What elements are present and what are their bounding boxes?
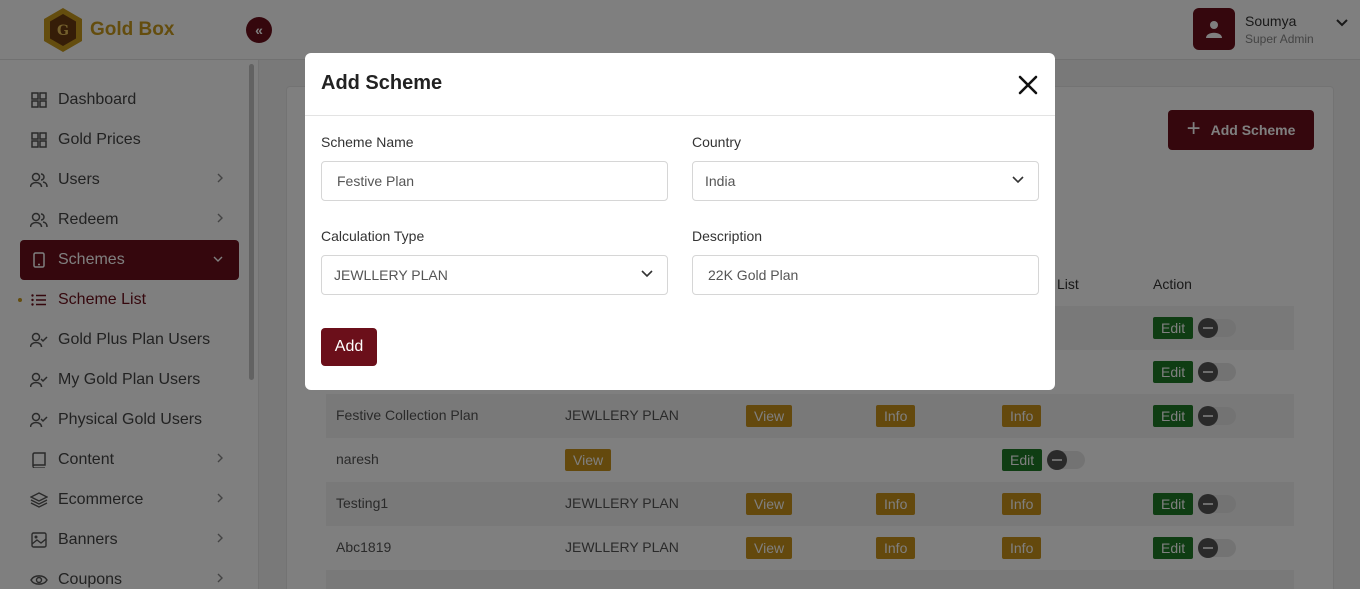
chevron-down-icon (1012, 176, 1024, 184)
country-select[interactable]: India (692, 161, 1039, 201)
calculation-type-label: Calculation Type (321, 228, 425, 244)
calculation-type-value: JEWLLERY PLAN (334, 267, 448, 283)
modal-header: Add Scheme (305, 53, 1055, 116)
description-label: Description (692, 228, 763, 244)
close-icon[interactable] (1017, 74, 1039, 96)
chevron-down-icon (641, 270, 653, 278)
add-button-label: Add (334, 338, 364, 355)
scheme-name-value: Festive Plan (337, 173, 415, 189)
country-value: India (705, 173, 736, 189)
scheme-name-input[interactable]: Festive Plan (321, 161, 668, 201)
description-value: 22K Gold Plan (708, 267, 799, 283)
description-input[interactable]: 22K Gold Plan (692, 255, 1039, 295)
scheme-name-label: Scheme Name (321, 134, 414, 150)
country-label: Country (692, 134, 742, 150)
add-scheme-modal: Add Scheme Scheme Name Festive Plan Coun… (305, 53, 1055, 390)
add-button[interactable]: Add (321, 328, 377, 366)
modal-title: Add Scheme (321, 72, 443, 94)
calculation-type-select[interactable]: JEWLLERY PLAN (321, 255, 668, 295)
